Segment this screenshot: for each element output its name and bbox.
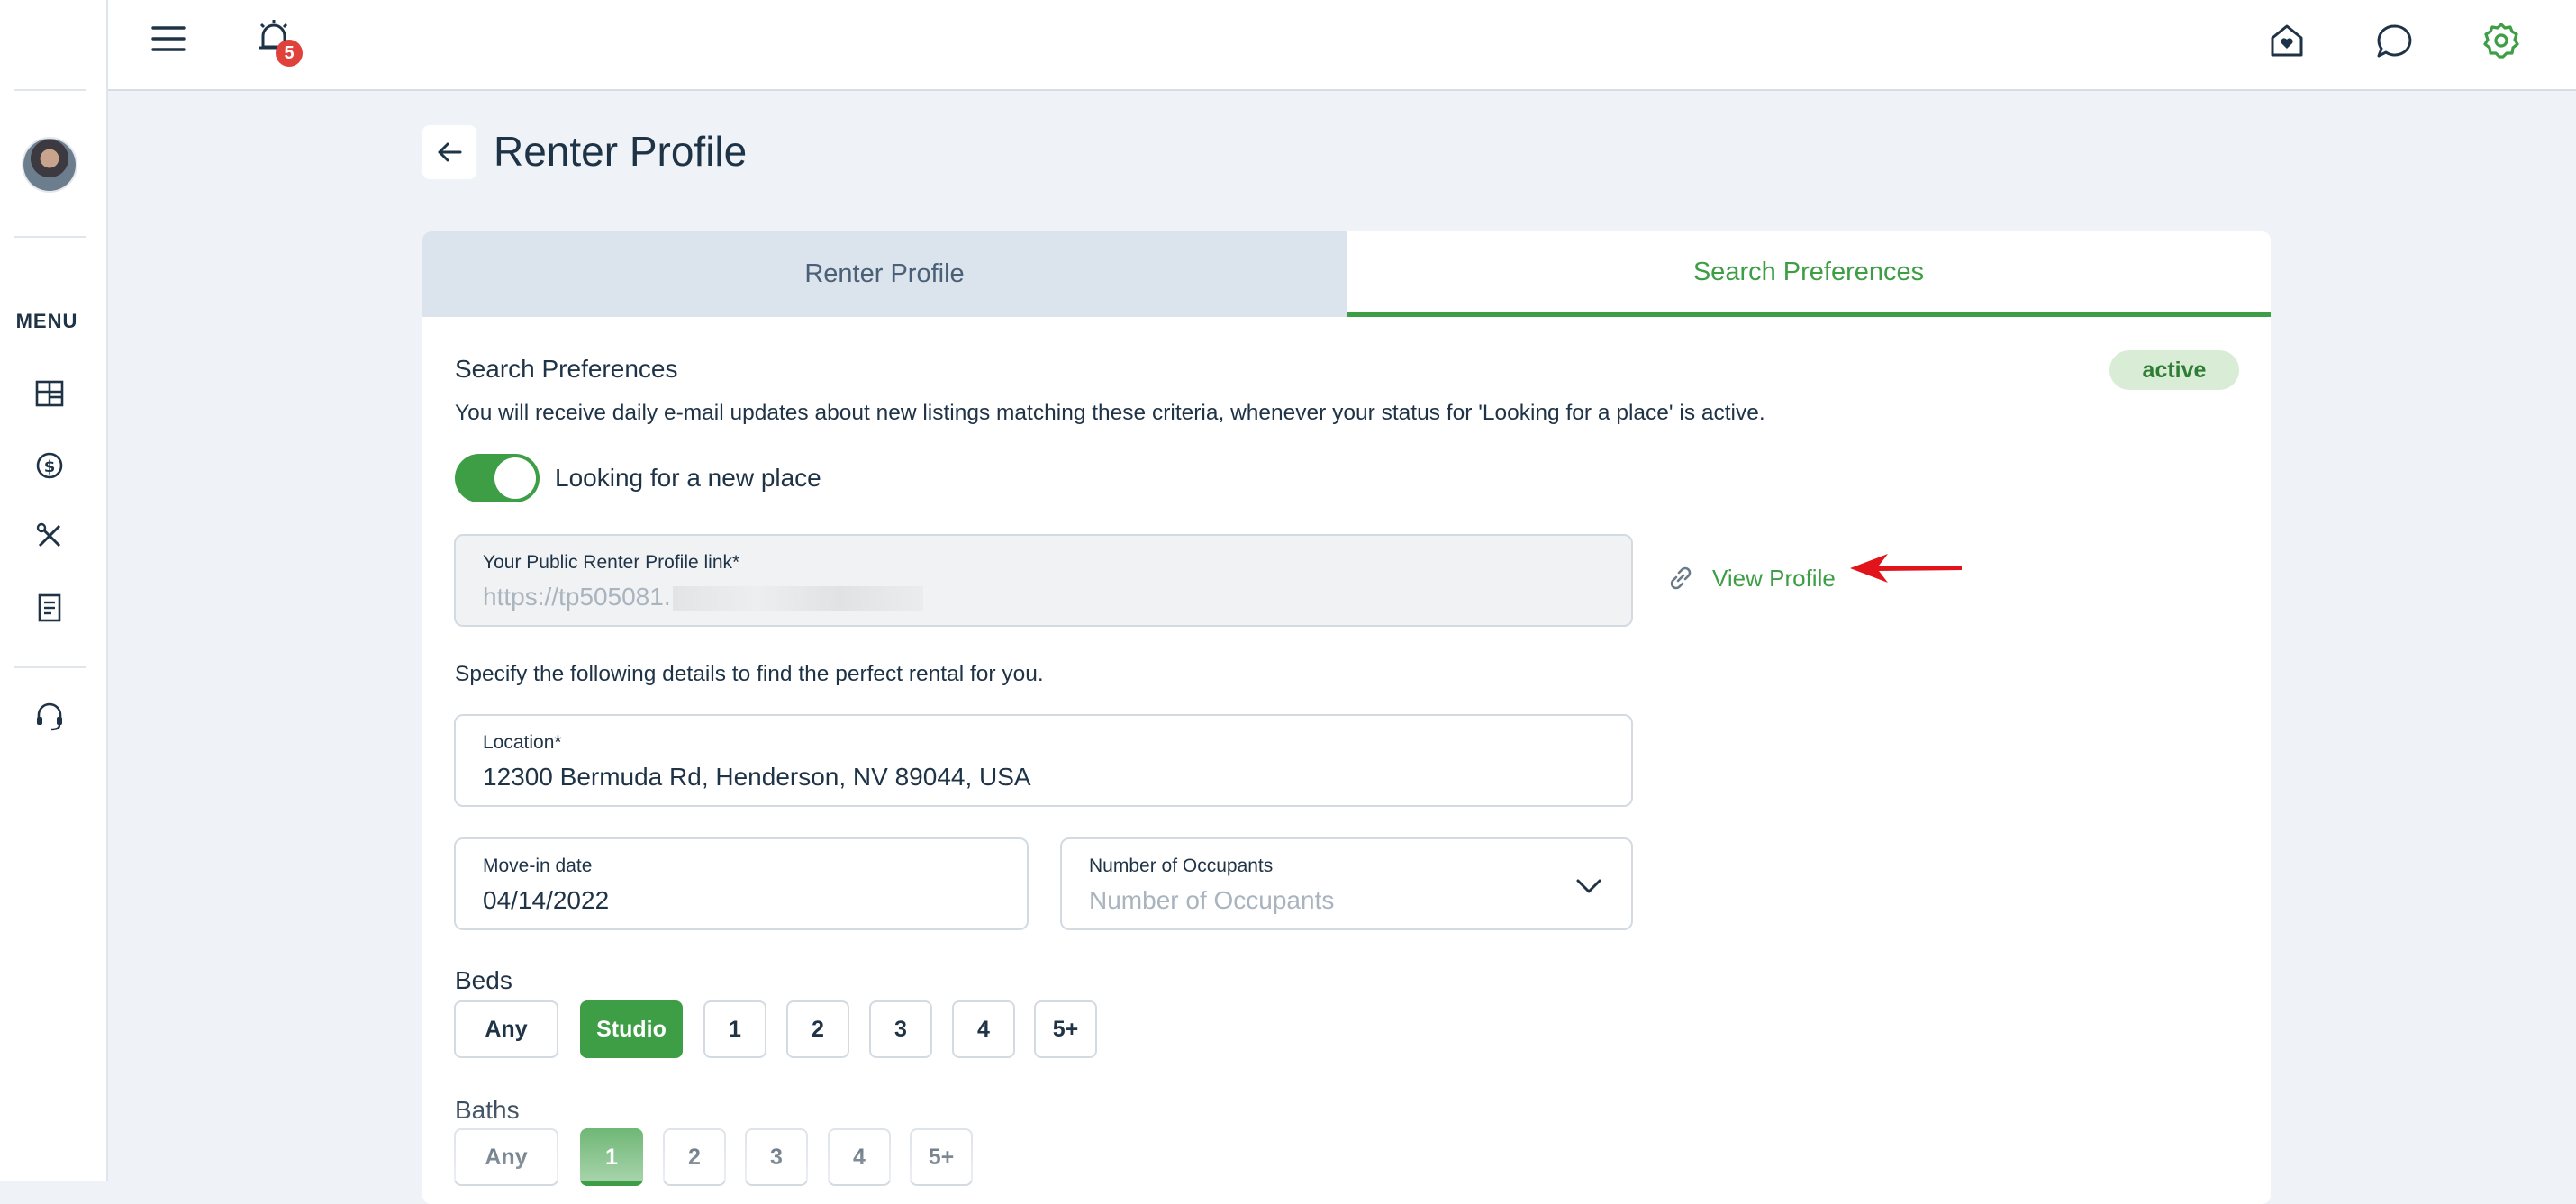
sidebar-divider [14, 89, 86, 91]
beds-label: Beds [455, 966, 512, 994]
sidebar-divider [14, 666, 86, 668]
looking-toggle[interactable] [455, 454, 540, 502]
view-profile-link[interactable]: View Profile [1665, 563, 1836, 593]
support-icon[interactable] [32, 699, 67, 733]
link-icon [1670, 566, 1692, 590]
hamburger-menu-icon[interactable] [151, 22, 186, 60]
documents-icon[interactable] [32, 591, 67, 625]
sidebar-divider [14, 236, 86, 238]
menu-label: MENU [15, 310, 78, 332]
home-heart-icon[interactable] [2268, 22, 2306, 64]
tab-renter-profile[interactable]: Renter Profile [422, 231, 1347, 317]
section-description: You will receive daily e-mail updates ab… [455, 401, 1765, 425]
baths-option-3[interactable]: 3 [745, 1128, 808, 1186]
field-placeholder: Number of Occupants [1089, 886, 1335, 914]
beds-option-1[interactable]: 1 [703, 1000, 766, 1058]
toggle-label: Looking for a new place [555, 464, 821, 492]
field-value: 12300 Bermuda Rd, Henderson, NV 89044, U… [483, 763, 1031, 791]
field-value: 04/14/2022 [483, 886, 610, 914]
baths-option-any[interactable]: Any [454, 1128, 558, 1186]
status-badge: active [2109, 350, 2239, 390]
specify-instructions: Specify the following details to find th… [455, 662, 1044, 686]
redacted-block [672, 585, 923, 611]
baths-option-1[interactable]: 1 [580, 1128, 643, 1186]
baths-option-2[interactable]: 2 [663, 1128, 726, 1186]
svg-text:$: $ [44, 457, 56, 476]
field-label: Number of Occupants [1089, 855, 1274, 876]
tab-search-preferences[interactable]: Search Preferences [1347, 231, 2271, 317]
dashboard-icon[interactable] [32, 376, 67, 411]
back-button[interactable] [422, 125, 476, 179]
payments-icon[interactable]: $ [32, 448, 67, 483]
view-profile-label: View Profile [1712, 564, 1836, 592]
move-in-date-field[interactable]: Move-in date 04/14/2022 [454, 837, 1029, 930]
beds-option-4[interactable]: 4 [952, 1000, 1015, 1058]
occupants-select[interactable]: Number of Occupants Number of Occupants [1060, 837, 1633, 930]
red-arrow-annotation [1848, 550, 1974, 591]
maintenance-icon[interactable] [32, 519, 67, 553]
baths-option-5plus[interactable]: 5+ [910, 1128, 973, 1186]
arrow-left-icon [438, 142, 462, 162]
field-label: Move-in date [483, 855, 593, 876]
beds-option-any[interactable]: Any [454, 1000, 558, 1058]
page-title: Renter Profile [494, 128, 748, 175]
beds-option-2[interactable]: 2 [786, 1000, 849, 1058]
avatar[interactable] [23, 139, 76, 191]
baths-label: Baths [455, 1096, 520, 1124]
sidebar: MENU $ [0, 0, 108, 1181]
top-bar: 5 [108, 0, 2576, 91]
public-profile-link-field[interactable]: Your Public Renter Profile link* https:/… [454, 534, 1633, 627]
field-label: Location* [483, 732, 562, 753]
notification-badge: 5 [276, 40, 303, 67]
section-title: Search Preferences [455, 355, 678, 383]
location-field[interactable]: Location* 12300 Bermuda Rd, Henderson, N… [454, 714, 1633, 807]
chevron-down-icon [1576, 879, 1601, 893]
beds-option-studio[interactable]: Studio [580, 1000, 683, 1058]
field-label: Your Public Renter Profile link* [483, 552, 740, 573]
settings-icon[interactable] [2481, 20, 2522, 66]
field-value: https://tp505081. [483, 583, 923, 611]
beds-option-3[interactable]: 3 [869, 1000, 932, 1058]
chat-icon[interactable] [2374, 22, 2414, 66]
profile-card: Renter Profile Search Preferences Search… [422, 231, 2271, 1204]
beds-option-5plus[interactable]: 5+ [1034, 1000, 1097, 1058]
baths-option-4[interactable]: 4 [828, 1128, 891, 1186]
